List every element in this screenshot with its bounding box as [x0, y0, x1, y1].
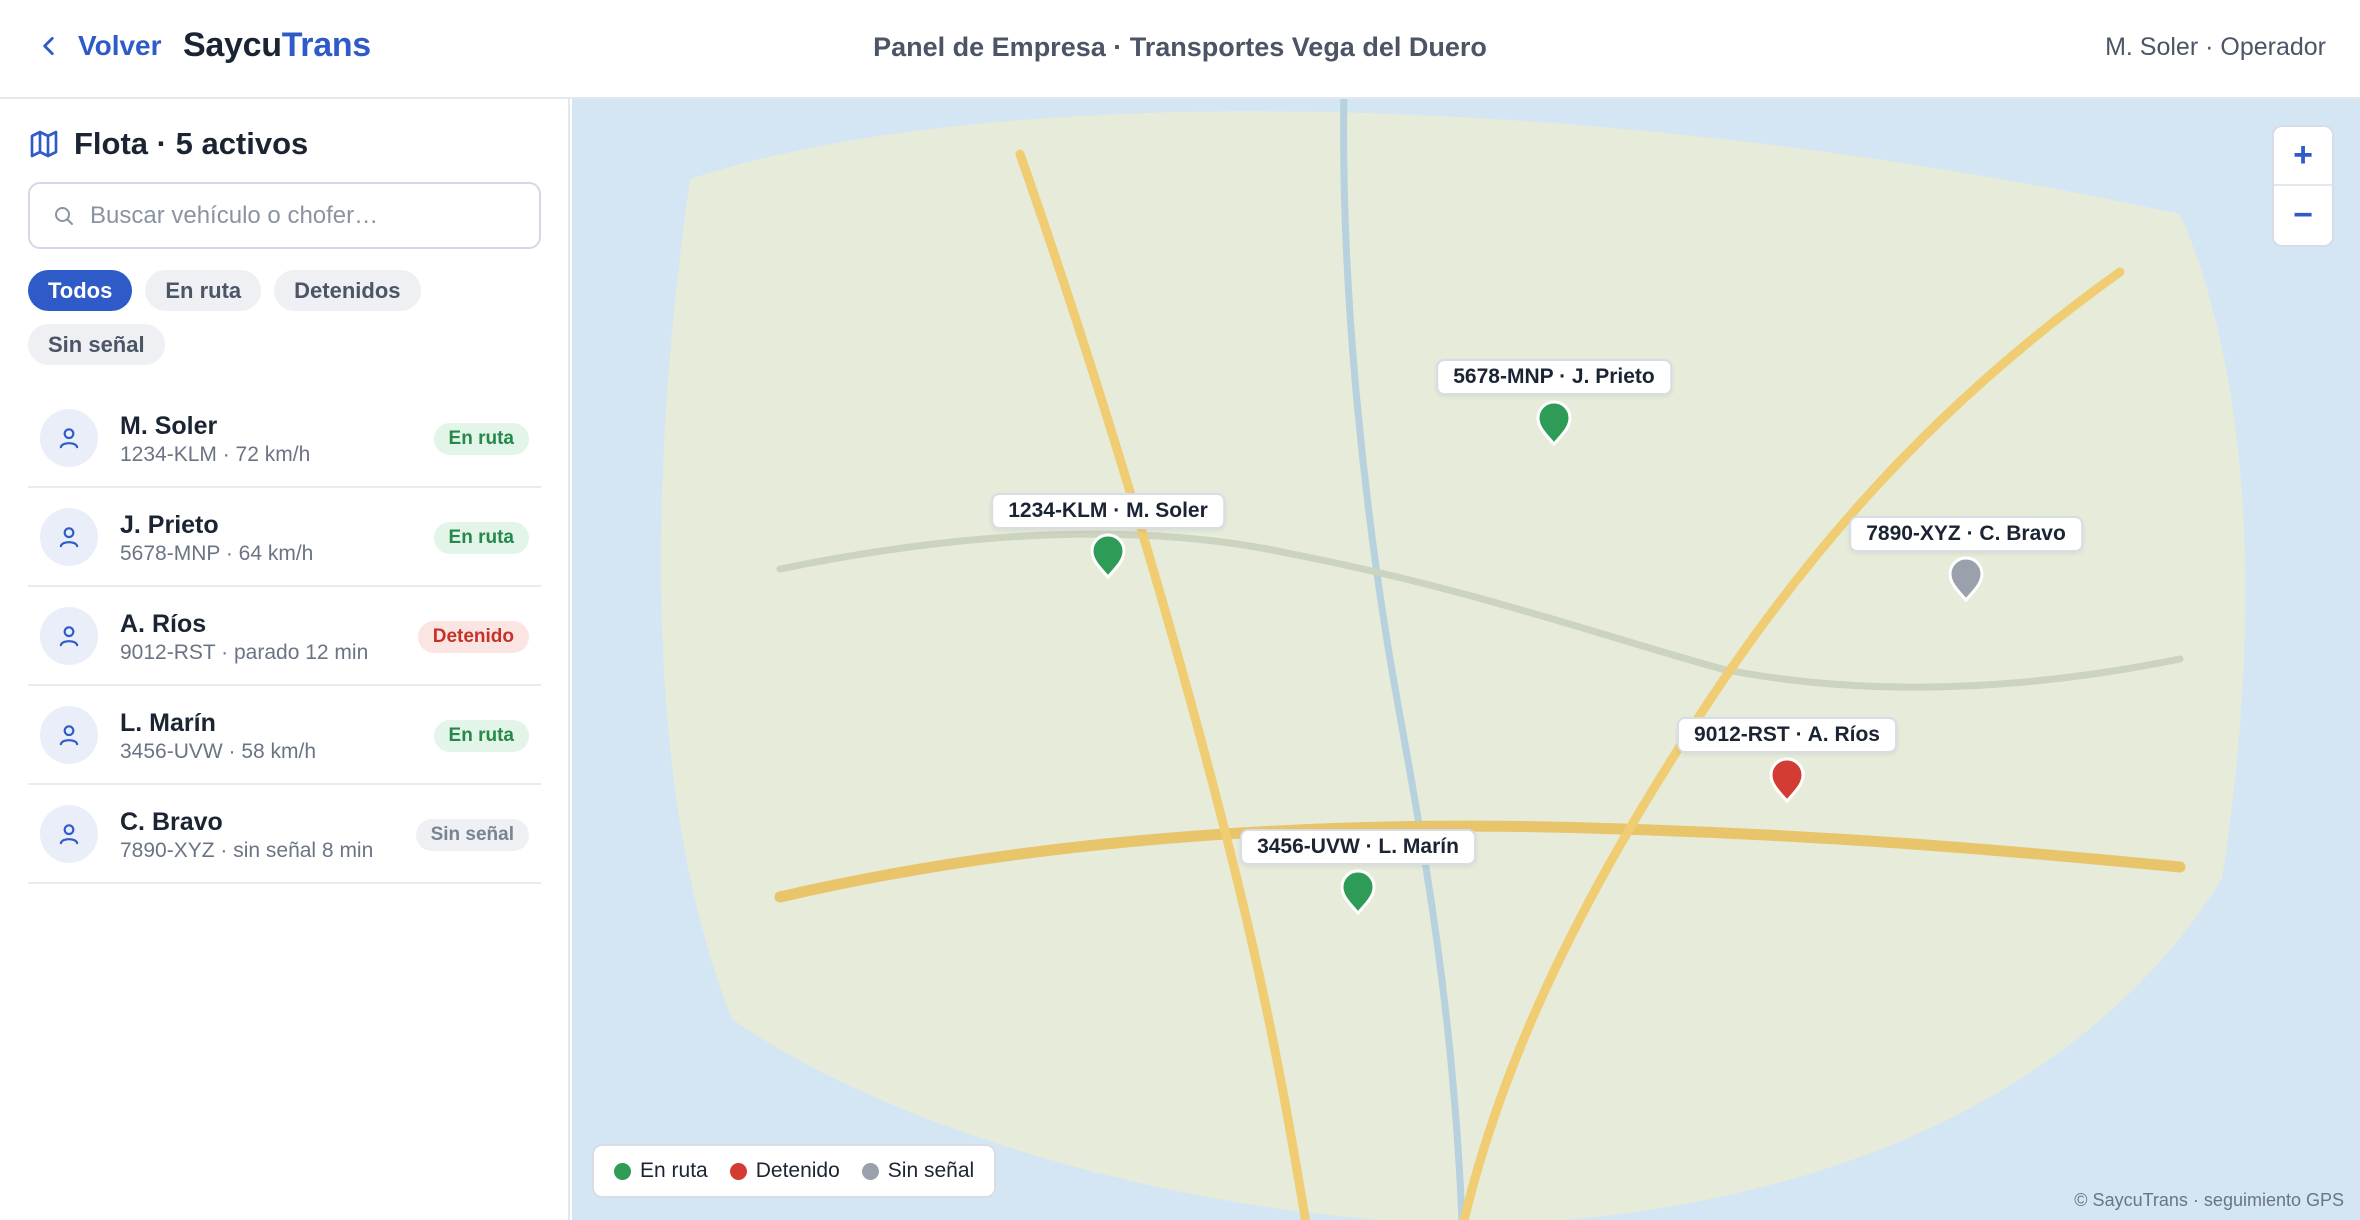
filter-en-ruta[interactable]: En ruta [145, 270, 262, 311]
back-button[interactable]: Volver [36, 30, 162, 62]
legend-item: Sin señal [861, 1159, 974, 1183]
driver-row[interactable]: J. Prieto 5678-MNP · 64 km/h En ruta [28, 488, 541, 587]
chevron-left-icon [43, 37, 54, 55]
avatar [40, 508, 98, 566]
top-header: Volver SaycuTrans Panel de Empresa · Tra… [0, 0, 2360, 99]
filter-all[interactable]: Todos [28, 270, 133, 311]
marker-label[interactable]: 7890-XYZ · C. Bravo [1849, 516, 2083, 552]
zoom-out-button[interactable]: − [2274, 186, 2332, 245]
driver-name: C. Bravo [120, 808, 223, 836]
fleet-sidebar: Flota · 5 activos Todos En ruta Detenido… [0, 99, 570, 1220]
back-label: Volver [78, 30, 162, 61]
user-icon [59, 527, 79, 548]
avatar [40, 409, 98, 467]
fleet-title: Flota · 5 activos [28, 126, 308, 162]
search-box [28, 182, 541, 249]
avatar [40, 706, 98, 764]
status-badge: Detenido [417, 621, 529, 653]
driver-detail: 7890-XYZ · sin señal 8 min [120, 839, 374, 862]
zoom-in-button[interactable]: + [2274, 127, 2332, 186]
driver-detail: 9012-RST · parado 12 min [120, 641, 369, 664]
marker-label[interactable]: 3456-UVW · L. Marín [1240, 829, 1476, 865]
map-legend: En ruta Detenido Sin señal [592, 1144, 997, 1198]
user-icon [59, 626, 79, 647]
map-attribution: © SaycuTrans · seguimiento GPS [2074, 1190, 2344, 1210]
map-background [661, 99, 2246, 1220]
driver-row[interactable]: A. Ríos 9012-RST · parado 12 min Detenid… [28, 587, 541, 686]
driver-detail: 1234-KLM · 72 km/h [120, 443, 311, 466]
legend-dot [729, 1162, 747, 1180]
driver-row[interactable]: C. Bravo 7890-XYZ · sin señal 8 min Sin … [28, 785, 541, 884]
legend-item: Detenido [729, 1159, 840, 1183]
legend-dot [861, 1162, 879, 1180]
driver-name: L. Marín [120, 709, 216, 737]
status-filters: Todos En ruta Detenidos Sin señal [28, 270, 548, 365]
driver-name: J. Prieto [120, 511, 219, 539]
driver-detail: 3456-UVW · 58 km/h [120, 740, 317, 763]
vehicle-marker-pin[interactable] [1536, 400, 1572, 446]
driver-detail: 5678-MNP · 64 km/h [120, 542, 314, 565]
map-icon [30, 130, 58, 158]
status-badge: En ruta [433, 423, 529, 455]
vehicle-marker-pin[interactable] [1090, 533, 1126, 579]
driver-name: M. Soler [120, 412, 218, 440]
zoom-control: + − [2272, 125, 2334, 247]
driver-name: A. Ríos [120, 610, 207, 638]
status-badge: En ruta [433, 720, 529, 752]
legend-item: En ruta [614, 1159, 708, 1183]
avatar [40, 805, 98, 863]
user-icon [59, 824, 79, 845]
driver-list: M. Soler 1234-KLM · 72 km/h En ruta J. P… [28, 389, 541, 884]
marker-label[interactable]: 5678-MNP · J. Prieto [1436, 359, 1672, 395]
filter-sin-senal[interactable]: Sin señal [28, 324, 165, 365]
vehicle-marker-pin[interactable] [1948, 556, 1984, 602]
vehicle-marker-pin[interactable] [1769, 757, 1805, 803]
status-badge: En ruta [433, 522, 529, 554]
avatar [40, 607, 98, 665]
brand-logo[interactable]: SaycuTrans [183, 26, 371, 65]
user-icon [59, 725, 79, 746]
status-badge: Sin señal [415, 819, 529, 851]
vehicle-marker-pin[interactable] [1340, 869, 1376, 915]
driver-row[interactable]: L. Marín 3456-UVW · 58 km/h En ruta [28, 686, 541, 785]
marker-label[interactable]: 9012-RST · A. Ríos [1677, 717, 1897, 753]
user-icon [59, 428, 79, 449]
search-input[interactable] [90, 201, 530, 230]
driver-row[interactable]: M. Soler 1234-KLM · 72 km/h En ruta [28, 389, 541, 488]
search-icon [55, 206, 73, 225]
fleet-map[interactable]: 5678-MNP · J. Prieto 1234-KLM · M. Soler… [572, 99, 2360, 1220]
marker-label[interactable]: 1234-KLM · M. Soler [991, 493, 1225, 529]
current-user: M. Soler · Operador [2105, 33, 2326, 61]
legend-dot [614, 1162, 631, 1180]
filter-detenidos[interactable]: Detenidos [274, 270, 421, 311]
